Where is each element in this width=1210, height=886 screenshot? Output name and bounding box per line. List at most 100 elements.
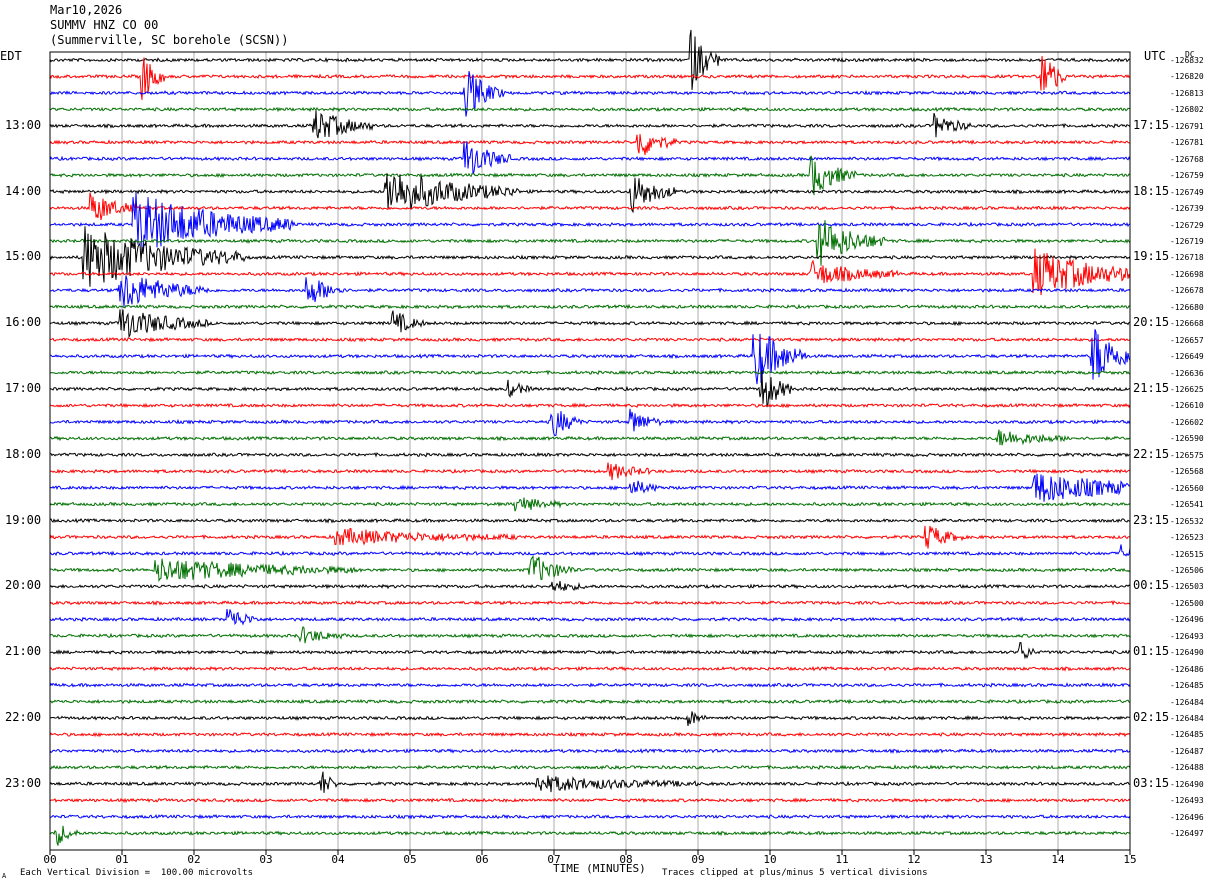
trace-5 — [49, 134, 1131, 156]
dc-offset-label: -126485 — [1170, 730, 1204, 740]
trace-23 — [49, 429, 1131, 446]
dc-offset-label: -126490 — [1170, 779, 1204, 789]
edt-label: EDT — [0, 49, 22, 63]
station-label: SUMMV HNZ CO 00 — [50, 18, 159, 32]
dc-offset-label: -126832 — [1170, 56, 1204, 65]
trace-20 — [49, 370, 1131, 408]
dc-offset-label: -126541 — [1170, 500, 1204, 510]
right-hour-label: 01:15 — [1133, 644, 1170, 659]
dc-offset-label: -126657 — [1170, 335, 1204, 345]
left-hour-label: 23:00 — [5, 775, 42, 790]
x-tick-label-05: 05 — [403, 853, 416, 866]
dc-offset-label: -126739 — [1170, 204, 1204, 214]
trace-14 — [49, 275, 1131, 307]
x-tick-label-12: 12 — [907, 853, 920, 866]
x-axis-title: TIME (MINUTES) — [553, 862, 646, 875]
dc-offset-label: -126484 — [1170, 714, 1204, 723]
trace-35 — [49, 625, 1131, 644]
dc-offset-label: -126668 — [1170, 319, 1204, 329]
dc-offset-label: -126486 — [1170, 664, 1204, 674]
trace-12 — [49, 226, 1131, 287]
trace-42 — [49, 747, 1131, 754]
trace-40 — [49, 711, 1131, 727]
dc-offset-label: -126781 — [1170, 138, 1204, 148]
dc-offset-label: -126718 — [1170, 253, 1204, 263]
dc-offset-label: -126802 — [1170, 105, 1204, 115]
x-tick-label-02: 02 — [187, 853, 200, 866]
dc-offset-label: -126602 — [1170, 417, 1204, 427]
dc-offset-label: -126484 — [1170, 697, 1204, 707]
left-hour-label: 18:00 — [5, 446, 42, 461]
dc-offset-label: -126575 — [1170, 450, 1204, 460]
dc-offset-label: -126698 — [1170, 269, 1204, 279]
dc-offset-label: -126625 — [1170, 385, 1204, 394]
dc-offset-label: -126523 — [1170, 533, 1204, 543]
left-hour-label: 16:00 — [5, 315, 42, 330]
dc-offset-label: -126791 — [1170, 121, 1204, 131]
trace-26 — [49, 473, 1131, 502]
right-hour-label: 19:15 — [1133, 249, 1170, 264]
x-tick-label-13: 13 — [979, 853, 992, 866]
x-tick-label-15: 15 — [1123, 853, 1136, 866]
right-hour-label: 17:15 — [1133, 117, 1170, 132]
dc-offset-label: -126500 — [1170, 598, 1204, 608]
dc-offset-label: -126485 — [1170, 681, 1204, 691]
trace-41 — [49, 731, 1131, 738]
trace-18 — [50, 329, 1131, 385]
dc-offset-label: -126497 — [1170, 829, 1204, 839]
x-tick-label-03: 03 — [259, 853, 272, 866]
trace-25 — [50, 462, 1131, 481]
x-tick-label-09: 09 — [691, 853, 704, 866]
seismic-traces — [49, 29, 1131, 846]
dc-offset-label: -126590 — [1170, 434, 1204, 444]
trace-32 — [49, 580, 1131, 592]
trace-46 — [49, 813, 1131, 820]
dc-offset-label: -126813 — [1170, 88, 1204, 98]
dc-offset-label: -126487 — [1170, 746, 1204, 756]
utc-label: UTC — [1144, 49, 1166, 63]
trace-47 — [49, 825, 1131, 846]
trace-15 — [49, 303, 1131, 310]
x-tick-label-14: 14 — [1051, 853, 1065, 866]
trace-37 — [49, 665, 1131, 672]
dc-offset-label: -126636 — [1170, 368, 1204, 378]
corner-mark: A — [2, 872, 7, 880]
trace-24 — [49, 451, 1131, 458]
dc-offset-label: -126749 — [1170, 187, 1204, 197]
scale-footnote: Each Vertical Division = 100.00 microvol… — [20, 868, 253, 878]
right-hour-label: 22:15 — [1133, 446, 1170, 461]
trace-3 — [49, 106, 1130, 113]
left-hour-label: 19:00 — [5, 512, 42, 527]
trace-6 — [49, 141, 1131, 175]
dc-offset-label: -126532 — [1170, 516, 1204, 526]
right-hour-label: 02:15 — [1133, 710, 1170, 724]
dc-offset-label: -126506 — [1170, 565, 1204, 575]
dc-offset-label: -126490 — [1170, 648, 1204, 658]
x-tick-label-00: 00 — [43, 853, 56, 866]
x-tick-label-11: 11 — [835, 853, 848, 866]
dc-offset-label: -126729 — [1170, 220, 1204, 230]
trace-29 — [49, 525, 1130, 549]
trace-39 — [49, 698, 1131, 705]
dc-offset-label: -126719 — [1170, 236, 1204, 246]
dc-offset-label: -126493 — [1170, 796, 1204, 806]
dc-offset-label: -126503 — [1170, 582, 1204, 592]
minute-gridlines — [49, 52, 1131, 850]
trace-38 — [49, 682, 1131, 688]
dc-offset-label: -126568 — [1170, 467, 1204, 477]
trace-7 — [49, 155, 1131, 196]
dc-offset-label: -126515 — [1170, 549, 1204, 559]
dc-offset-label: -126610 — [1170, 401, 1204, 411]
dc-offset-label: -126496 — [1170, 812, 1204, 822]
plot-frame — [49, 51, 1131, 851]
trace-30 — [49, 544, 1131, 557]
dc-offset-label: -126678 — [1170, 286, 1204, 296]
left-hour-label: 17:00 — [5, 381, 42, 395]
right-hour-label: 23:15 — [1133, 512, 1170, 527]
trace-36 — [49, 642, 1131, 660]
right-hour-label: 20:15 — [1133, 315, 1170, 330]
trace-31 — [49, 555, 1131, 583]
trace-13 — [49, 248, 1131, 296]
helicorder-plot: 00 01 02 03 04 05 06 07 08 09 10 11 12 13 14 15 — [43, 29, 1137, 866]
right-hour-label: 18:15 — [1133, 183, 1170, 198]
